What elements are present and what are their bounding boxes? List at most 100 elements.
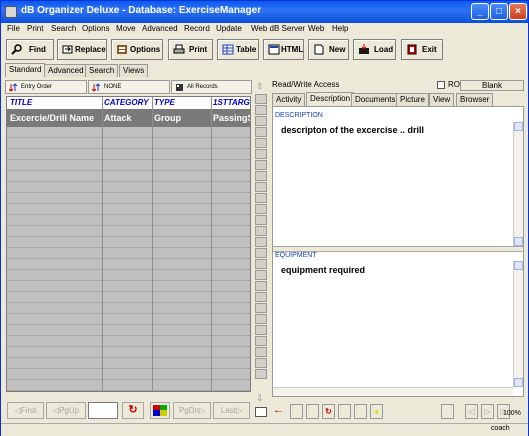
sort-order-button[interactable]: Entry Order xyxy=(5,80,87,94)
prev-record-icon[interactable]: ◁ xyxy=(465,404,478,419)
description-scrollbar[interactable] xyxy=(513,122,523,246)
pgdn-button[interactable]: PgDn▷ xyxy=(173,402,211,419)
menu-file[interactable]: File xyxy=(7,24,20,33)
new-button[interactable]: New xyxy=(308,39,349,60)
description-field[interactable]: descripton of the excercise .. drill xyxy=(281,125,424,135)
save-record-icon[interactable] xyxy=(441,404,454,419)
tab-activity[interactable]: Activity xyxy=(272,93,306,106)
tab-search[interactable]: Search xyxy=(85,64,119,77)
close-button[interactable]: × xyxy=(509,3,527,20)
back-arrow-icon[interactable]: ← xyxy=(273,404,286,419)
menu-print[interactable]: Print xyxy=(27,24,43,33)
column-header-category[interactable]: CATEGORY xyxy=(104,98,149,107)
column-header-title[interactable]: TITLE xyxy=(10,98,32,107)
alpha-p[interactable]: P xyxy=(255,259,267,269)
menu-update[interactable]: Update xyxy=(216,24,242,33)
print-button[interactable]: Print xyxy=(168,39,213,60)
menu-web-db-server[interactable]: Web dB Server xyxy=(251,24,305,33)
find-button[interactable]: Find xyxy=(6,39,54,60)
replace-button[interactable]: Replace xyxy=(57,39,107,60)
index-checkbox[interactable] xyxy=(255,407,267,417)
print-record-icon[interactable] xyxy=(290,404,303,419)
records-scope-button[interactable]: All Records xyxy=(171,80,252,94)
alpha-g[interactable]: G xyxy=(255,160,267,170)
refresh-icon[interactable]: ↻ xyxy=(322,404,335,419)
alpha-w[interactable]: W xyxy=(255,336,267,346)
alpha-e[interactable]: E xyxy=(255,138,267,148)
tab-standard[interactable]: Standard xyxy=(5,63,46,77)
alpha-s[interactable]: S xyxy=(255,292,267,302)
refresh-icon[interactable]: ↻ xyxy=(122,402,144,419)
tab-browser[interactable]: Browser xyxy=(456,93,494,106)
column-header-type[interactable]: TYPE xyxy=(154,98,175,107)
last-button[interactable]: Last▷ xyxy=(213,402,250,419)
exit-label: Exit xyxy=(422,45,437,54)
maximize-button[interactable]: □ xyxy=(490,3,508,20)
scroll-down-icon[interactable]: ⇩ xyxy=(256,393,264,404)
options-button[interactable]: Options xyxy=(111,39,163,60)
edit-record-icon[interactable] xyxy=(354,404,367,419)
table-button[interactable]: Table xyxy=(217,39,259,60)
alpha-d[interactable]: D xyxy=(255,127,267,137)
scroll-down-icon[interactable] xyxy=(514,237,523,246)
alpha-a[interactable]: A xyxy=(255,94,267,104)
alpha-f[interactable]: F xyxy=(255,149,267,159)
html-button[interactable]: HTML xyxy=(263,39,304,60)
alpha-z[interactable]: Z xyxy=(255,369,267,379)
alpha-o[interactable]: O xyxy=(255,248,267,258)
alpha-y[interactable]: Y xyxy=(255,358,267,368)
alpha-x[interactable]: X xyxy=(255,347,267,357)
tab-views[interactable]: Views xyxy=(119,64,149,77)
alpha-b[interactable]: B xyxy=(255,105,267,115)
menu-search[interactable]: Search xyxy=(51,24,76,33)
first-button[interactable]: ◁First xyxy=(7,402,44,419)
filter-button[interactable]: NONE xyxy=(88,80,170,94)
alpha-q[interactable]: Q xyxy=(255,270,267,280)
menu-move[interactable]: Move xyxy=(116,24,136,33)
tab-description[interactable]: Description xyxy=(306,92,355,106)
menu-web[interactable]: Web xyxy=(308,24,324,33)
scroll-up-icon[interactable]: ⇧ xyxy=(256,81,264,92)
grid-view-icon[interactable] xyxy=(150,402,170,419)
alpha-i[interactable]: I xyxy=(255,182,267,192)
alpha-m[interactable]: M xyxy=(255,226,267,236)
scroll-down-icon[interactable] xyxy=(514,378,523,387)
record-number-input[interactable] xyxy=(88,402,118,419)
alpha-u[interactable]: U xyxy=(255,314,267,324)
next-record-icon[interactable]: ▷ xyxy=(481,404,494,419)
menu-options[interactable]: Options xyxy=(82,24,110,33)
alpha-v[interactable]: V xyxy=(255,325,267,335)
load-button[interactable]: Load xyxy=(353,39,396,60)
menu-advanced[interactable]: Advanced xyxy=(142,24,178,33)
alpha-j[interactable]: J xyxy=(255,193,267,203)
menu-help[interactable]: Help xyxy=(332,24,348,33)
alpha-l[interactable]: L xyxy=(255,215,267,225)
exit-button[interactable]: Exit xyxy=(401,39,443,60)
alpha-h[interactable]: H xyxy=(255,171,267,181)
tab-view[interactable]: View xyxy=(429,93,455,106)
alpha-c[interactable]: C xyxy=(255,116,267,126)
pgup-button[interactable]: ◁PgUp xyxy=(46,402,86,419)
scroll-up-icon[interactable] xyxy=(514,261,523,270)
column-header-1sttarg[interactable]: 1STTARG xyxy=(213,98,250,107)
alpha-r[interactable]: R xyxy=(255,281,267,291)
alpha-n[interactable]: N xyxy=(255,237,267,247)
scroll-up-icon[interactable] xyxy=(514,122,523,131)
alpha-k[interactable]: K xyxy=(255,204,267,214)
table-row[interactable]: Excercie/Drill Name Attack Group Passing… xyxy=(7,109,250,127)
menu-record[interactable]: Record xyxy=(184,24,210,33)
read-only-checkbox[interactable] xyxy=(437,81,445,89)
trash-icon[interactable] xyxy=(306,404,319,419)
blank-button[interactable]: Blank xyxy=(460,80,524,91)
minimize-button[interactable]: _ xyxy=(471,3,489,20)
equipment-field[interactable]: equipment required xyxy=(281,265,365,275)
equipment-scrollbar[interactable] xyxy=(513,261,523,387)
tab-picture[interactable]: Picture xyxy=(396,93,429,106)
equipment-hscrollbar[interactable] xyxy=(273,387,513,396)
records-grid[interactable]: TITLE CATEGORY TYPE 1STTARG Excercie/Dri… xyxy=(6,96,251,392)
copy-record-icon[interactable] xyxy=(338,404,351,419)
lightbulb-icon[interactable]: ♦ xyxy=(370,404,383,419)
tab-advanced[interactable]: Advanced xyxy=(44,64,88,77)
alpha-t[interactable]: T xyxy=(255,303,267,313)
tab-documents[interactable]: Documents xyxy=(351,93,400,106)
